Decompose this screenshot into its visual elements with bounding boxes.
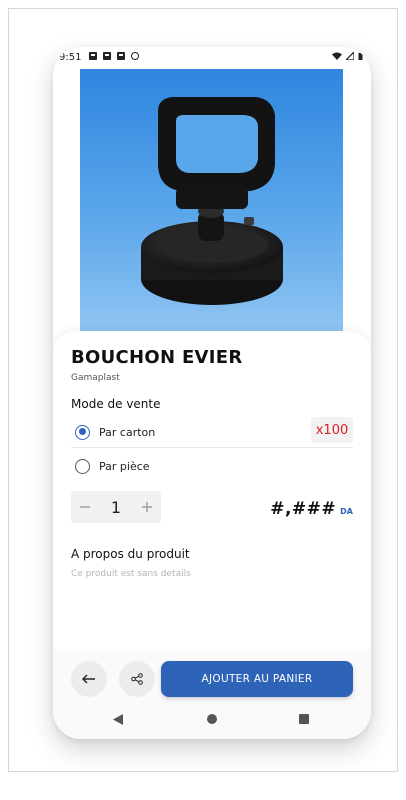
radio-unselected-icon[interactable] <box>75 458 90 474</box>
device-frame: 9:51 BOUCHON EVIER Gamaplast Mode de ven… <box>8 8 398 772</box>
notification-icon <box>103 52 111 60</box>
phone-screen: 9:51 BOUCHON EVIER Gamaplast Mode de ven… <box>53 47 371 739</box>
notification-icon <box>89 52 97 60</box>
system-icons <box>332 52 363 60</box>
notification-icons <box>89 52 139 60</box>
wifi-icon <box>332 52 342 60</box>
arrow-left-icon <box>82 674 95 684</box>
radio-selected-icon[interactable] <box>75 424 90 440</box>
sale-mode-option-piece[interactable]: Par pièce <box>71 451 353 481</box>
sale-mode-option-label: Par pièce <box>99 459 150 473</box>
product-brand: Gamaplast <box>71 373 120 383</box>
status-bar: 9:51 <box>53 47 371 69</box>
system-navigation-bar <box>53 705 371 735</box>
increase-quantity-button[interactable] <box>133 491 161 523</box>
quantity-stepper: 1 <box>71 491 161 523</box>
sale-mode-option-label: Par carton <box>99 425 156 439</box>
back-button[interactable] <box>71 661 107 697</box>
about-product-title: A propos du produit <box>71 547 190 561</box>
sale-mode-label: Mode de vente <box>71 397 161 411</box>
sync-icon <box>131 52 139 60</box>
share-button[interactable] <box>119 661 155 697</box>
notification-icon <box>117 52 125 60</box>
carton-quantity-badge: x100 <box>311 417 353 443</box>
battery-icon <box>358 52 363 60</box>
nav-recent-apps-icon[interactable] <box>299 714 309 724</box>
share-icon <box>131 673 143 685</box>
signal-icon <box>346 52 354 60</box>
nav-back-icon[interactable] <box>113 714 124 725</box>
status-time: 9:51 <box>59 52 82 63</box>
price-currency: DA <box>340 507 353 516</box>
sink-stopper-image <box>141 97 283 305</box>
product-price: #,### DA <box>270 499 353 519</box>
product-title: BOUCHON EVIER <box>71 347 243 368</box>
product-details-sheet: BOUCHON EVIER Gamaplast Mode de vente Pa… <box>53 331 371 739</box>
about-product-text: Ce produit est sans details <box>71 569 191 579</box>
add-to-cart-button[interactable]: AJOUTER AU PANIER <box>161 661 353 697</box>
price-value: #,### <box>270 499 337 519</box>
bottom-action-bar: AJOUTER AU PANIER <box>53 649 371 739</box>
nav-home-icon[interactable] <box>207 714 217 724</box>
plus-icon <box>142 502 152 512</box>
product-image <box>80 69 343 331</box>
decrease-quantity-button[interactable] <box>71 491 99 523</box>
quantity-value[interactable]: 1 <box>111 498 121 517</box>
minus-icon <box>80 506 90 508</box>
